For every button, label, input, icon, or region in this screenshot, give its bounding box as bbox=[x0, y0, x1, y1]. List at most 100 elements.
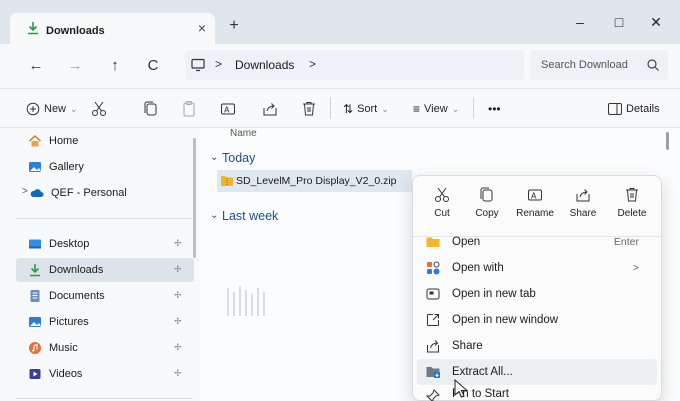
tab-close-button[interactable]: × bbox=[193, 19, 211, 37]
menu-item-share[interactable]: Share bbox=[417, 333, 657, 359]
delete-label: Delete bbox=[617, 208, 647, 219]
zip-folder-icon bbox=[221, 176, 233, 186]
sidebar-item-documents[interactable]: Documents ✢ bbox=[16, 284, 194, 308]
copy-action[interactable]: Copy bbox=[463, 186, 511, 230]
details-label: Details bbox=[626, 103, 660, 115]
pin-icon[interactable]: ✢ bbox=[174, 342, 184, 354]
sidebar-item-desktop[interactable]: Desktop ✢ bbox=[16, 232, 194, 256]
sidebar-item-gallery[interactable]: Gallery bbox=[16, 155, 194, 179]
details-button[interactable]: Details bbox=[608, 89, 660, 129]
sidebar-item-label: QEF - Personal bbox=[51, 187, 127, 199]
menu-item-label: Open in new window bbox=[452, 314, 559, 326]
tab-downloads[interactable]: Downloads × bbox=[10, 13, 215, 44]
pin-icon[interactable]: ✢ bbox=[174, 238, 184, 250]
sidebar-item-label: Documents bbox=[49, 290, 105, 302]
pin-icon[interactable]: ✢ bbox=[174, 368, 184, 380]
menu-item-label: Open in new tab bbox=[452, 288, 536, 300]
chevron-down-icon: ⌄ bbox=[451, 103, 460, 114]
sidebar-item-home[interactable]: Home bbox=[16, 129, 194, 153]
download-icon bbox=[30, 264, 40, 277]
sidebar-item-label: Videos bbox=[49, 368, 83, 380]
group-header-today[interactable]: Today bbox=[222, 151, 255, 165]
search-box[interactable]: Search Download bbox=[530, 50, 668, 80]
desktop-icon bbox=[29, 239, 41, 249]
search-placeholder: Search Download bbox=[541, 59, 628, 71]
cut-icon[interactable] bbox=[90, 100, 108, 118]
new-label: New bbox=[44, 103, 67, 115]
monitor-icon bbox=[191, 58, 205, 72]
menu-item-label: Extract All... bbox=[452, 366, 513, 378]
pin-icon[interactable]: ✢ bbox=[174, 264, 184, 276]
chevron-down-icon: ⌄ bbox=[381, 103, 389, 114]
new-button[interactable]: New ⌄ bbox=[26, 89, 78, 129]
sort-icon: ⇅ bbox=[343, 102, 354, 116]
close-window-button[interactable]: ✕ bbox=[641, 10, 671, 34]
rename-label: Rename bbox=[516, 208, 554, 219]
breadcrumb-chevron[interactable]: > bbox=[215, 57, 222, 71]
refresh-button[interactable]: C bbox=[142, 55, 164, 77]
delete-action[interactable]: Delete bbox=[608, 186, 656, 230]
rename-action[interactable]: A Rename bbox=[511, 186, 559, 230]
menu-item-shortcut: Enter bbox=[613, 236, 639, 248]
menu-item-open-with[interactable]: Open with > bbox=[417, 255, 657, 281]
title-bar: Downloads × + – □ ✕ bbox=[0, 0, 680, 44]
breadcrumb-downloads[interactable]: Downloads bbox=[235, 58, 294, 72]
file-name[interactable]: SD_LevelM_Pro Display_V2_0.zip bbox=[236, 175, 397, 187]
paste-icon[interactable] bbox=[180, 100, 198, 118]
menu-item-label: Open bbox=[452, 236, 481, 248]
videos-icon bbox=[29, 369, 41, 379]
sidebar-item-downloads[interactable]: Downloads ✢ bbox=[16, 258, 194, 282]
minimize-button[interactable]: – bbox=[565, 10, 595, 34]
menu-item-extract-all[interactable]: Extract All... bbox=[417, 359, 657, 385]
sidebar-divider bbox=[16, 218, 192, 219]
folder-icon bbox=[426, 237, 440, 247]
share-icon bbox=[576, 189, 590, 202]
share-action[interactable]: Share bbox=[559, 186, 607, 230]
up-button[interactable]: ↑ bbox=[104, 55, 126, 77]
collapse-chevron-icon[interactable]: ⌄ bbox=[210, 152, 218, 163]
svg-text:A: A bbox=[531, 192, 537, 201]
sidebar-item-pictures[interactable]: Pictures ✢ bbox=[16, 310, 194, 334]
delete-icon[interactable] bbox=[300, 100, 318, 118]
file-explorer-window: Downloads × + – □ ✕ ← → ↑ C > Downloads … bbox=[0, 0, 680, 401]
pin-icon[interactable]: ✢ bbox=[174, 316, 184, 328]
menu-item-open[interactable]: Open Enter bbox=[417, 229, 657, 255]
copy-icon[interactable] bbox=[142, 100, 160, 118]
main-scrollbar[interactable] bbox=[666, 132, 669, 150]
back-button[interactable]: ← bbox=[25, 55, 47, 77]
download-icon bbox=[28, 22, 38, 35]
menu-item-open-new-window[interactable]: Open in new window bbox=[417, 307, 657, 333]
group-header-last-week[interactable]: Last week bbox=[222, 209, 278, 223]
sidebar-item-videos[interactable]: Videos ✢ bbox=[16, 362, 194, 386]
new-tab-button[interactable]: + bbox=[225, 17, 243, 35]
plus-circle-icon bbox=[26, 102, 40, 116]
forward-button[interactable]: → bbox=[64, 55, 86, 77]
menu-item-label: Open with bbox=[452, 262, 504, 274]
view-button[interactable]: ≡ View ⌄ bbox=[413, 89, 459, 129]
new-tab-icon bbox=[426, 288, 440, 300]
expand-chevron-icon[interactable]: > bbox=[22, 186, 28, 197]
rename-icon: A bbox=[528, 189, 542, 201]
details-pane-icon bbox=[608, 103, 622, 115]
navigation-bar: ← → ↑ C > Downloads > Search Download bbox=[0, 44, 680, 88]
submenu-chevron-icon: > bbox=[632, 262, 639, 274]
menu-item-open-new-tab[interactable]: Open in new tab bbox=[417, 281, 657, 307]
cut-action[interactable]: Cut bbox=[418, 186, 466, 230]
extract-zip-icon bbox=[426, 367, 440, 378]
sidebar-scrollbar[interactable] bbox=[193, 138, 196, 258]
pin-icon[interactable]: ✢ bbox=[174, 290, 184, 302]
menu-item-pin-to-start[interactable]: Pin to Start bbox=[417, 385, 657, 401]
chevron-down-icon: ⌄ bbox=[70, 103, 78, 114]
share-icon[interactable] bbox=[261, 100, 279, 118]
breadcrumb-chevron[interactable]: > bbox=[309, 57, 316, 71]
collapse-chevron-icon[interactable]: ⌄ bbox=[210, 210, 218, 221]
sidebar-item-qef-personal[interactable]: QEF - Personal bbox=[30, 181, 208, 205]
more-options-button[interactable]: ••• bbox=[488, 89, 501, 129]
address-bar[interactable]: > Downloads > bbox=[185, 50, 524, 80]
sidebar-item-label: Pictures bbox=[49, 316, 89, 328]
column-header-name[interactable]: Name bbox=[230, 128, 257, 139]
rename-icon[interactable]: A bbox=[219, 100, 237, 118]
maximize-button[interactable]: □ bbox=[604, 10, 634, 34]
sort-button[interactable]: ⇅ Sort ⌄ bbox=[343, 89, 389, 129]
sidebar-item-music[interactable]: Music ✢ bbox=[16, 336, 194, 360]
